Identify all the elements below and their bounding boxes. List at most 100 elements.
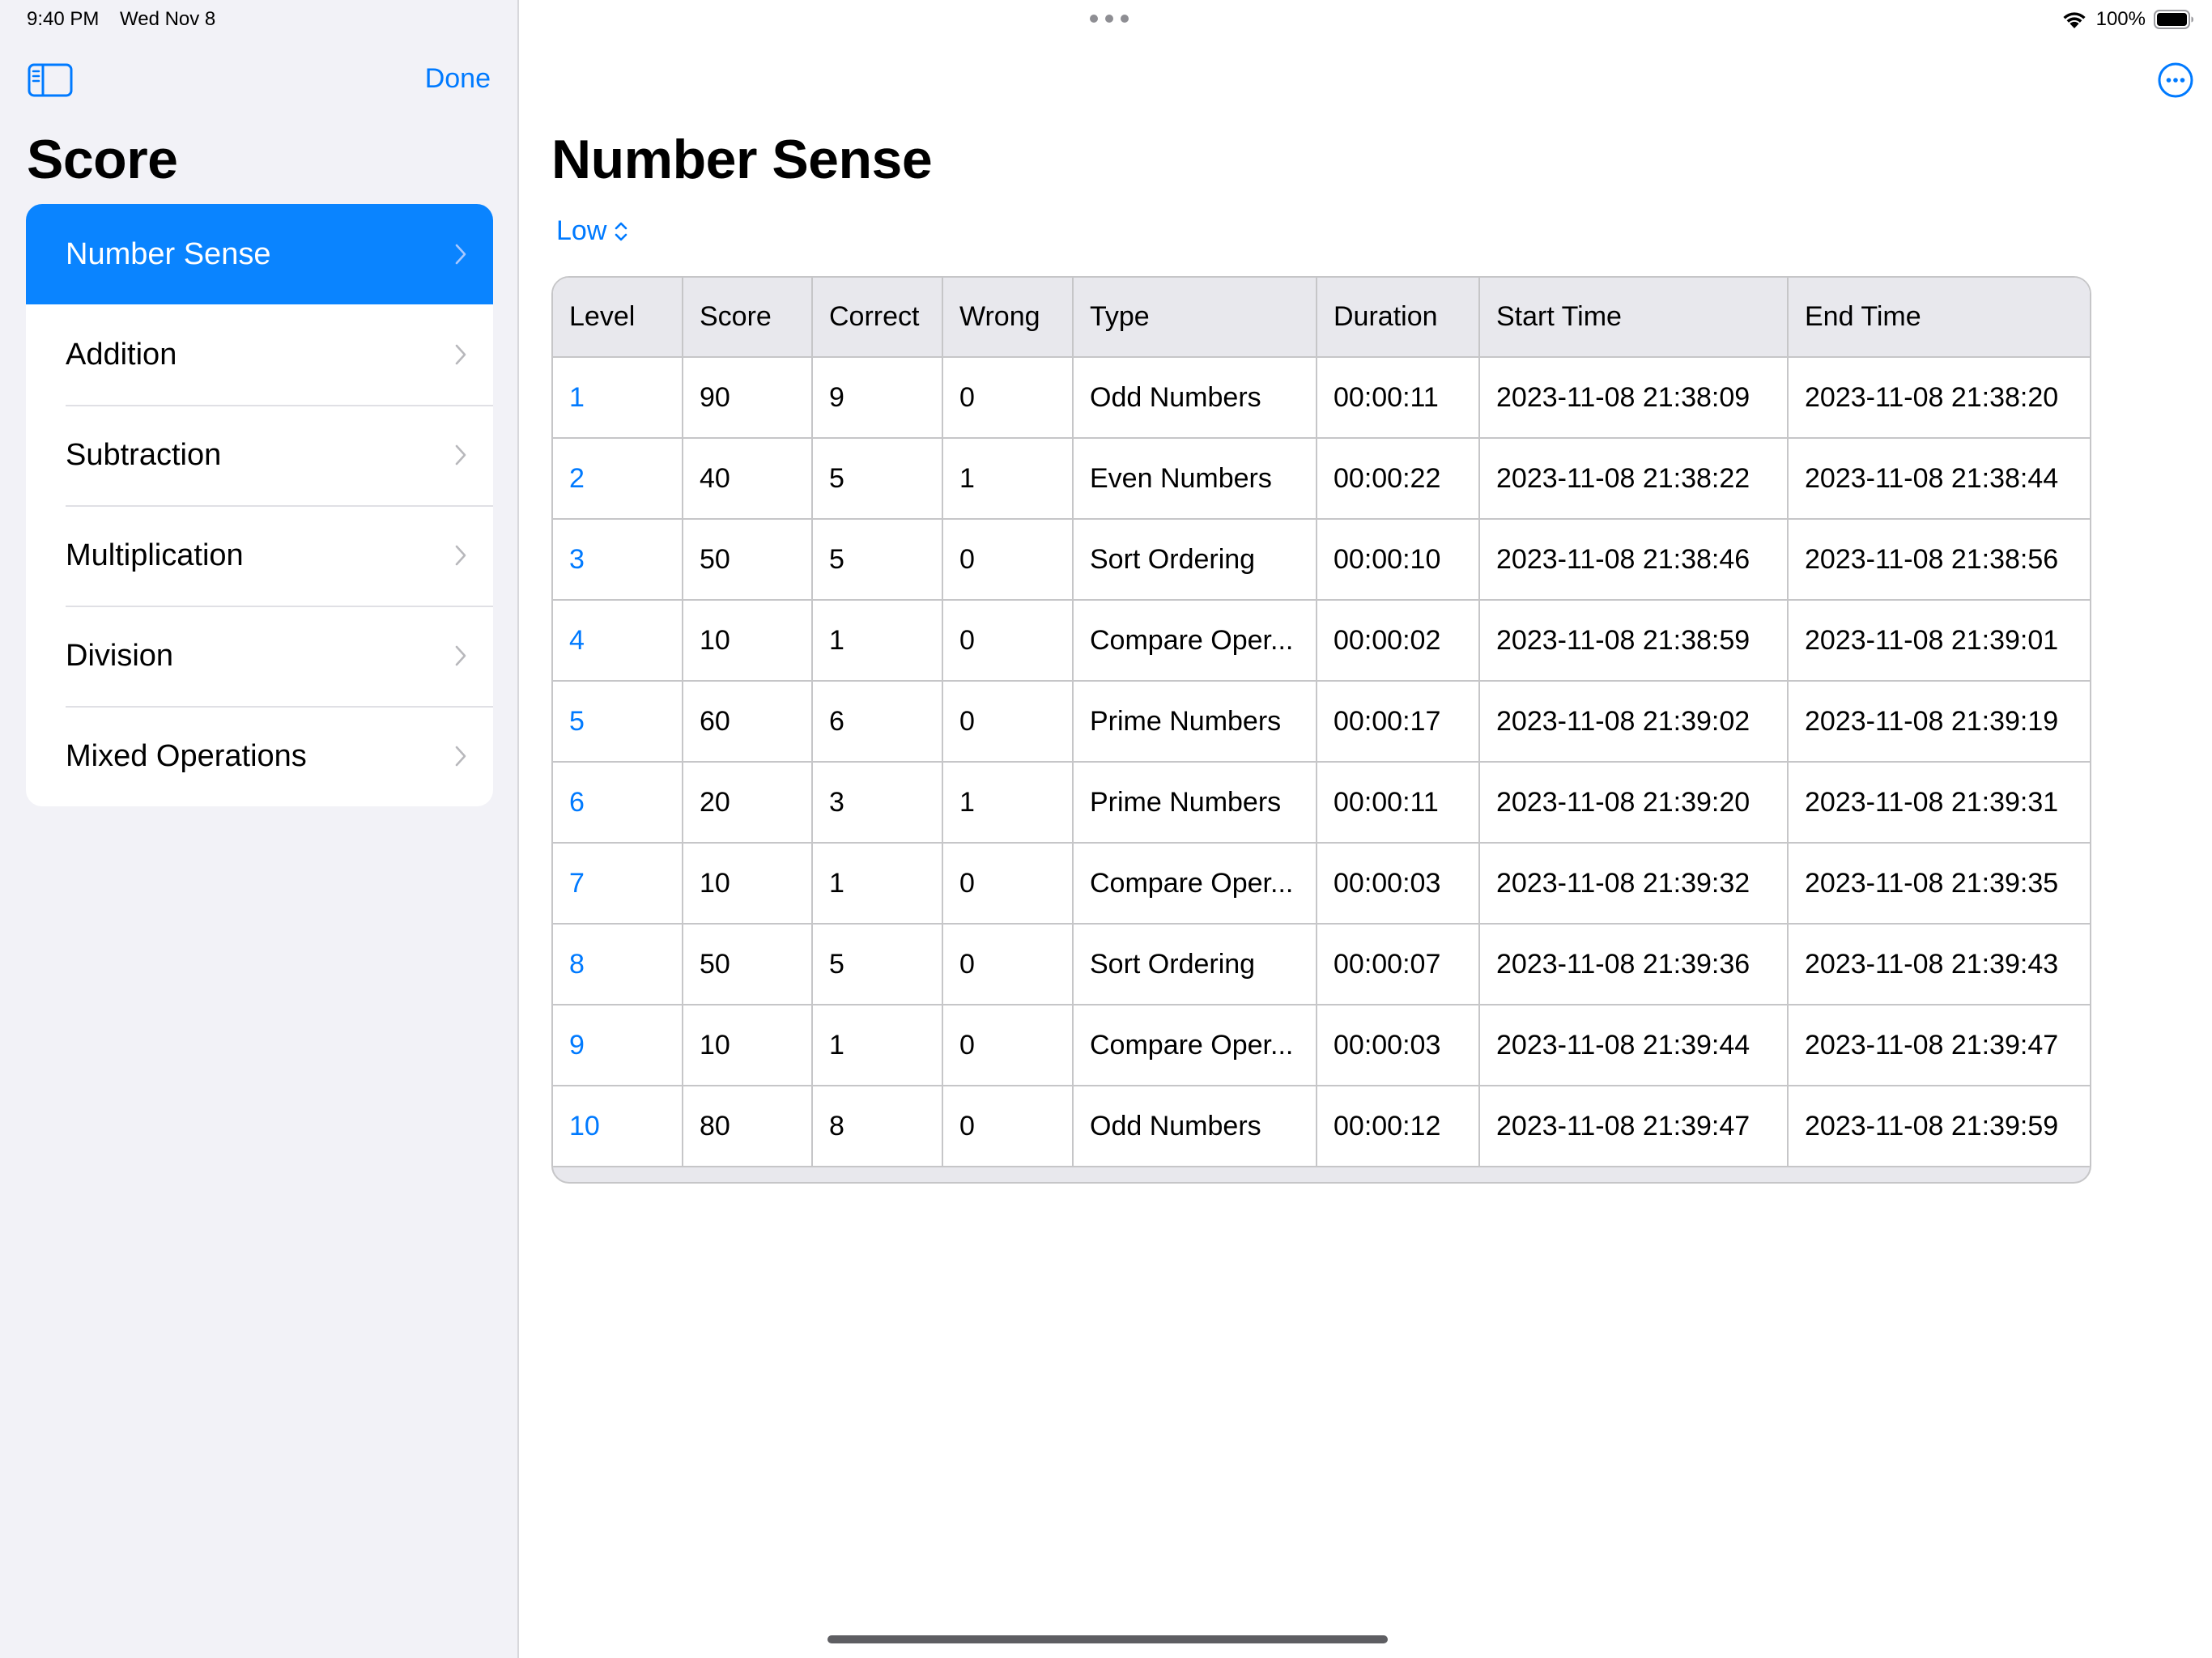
cell-end-time: 2023-11-08 21:38:56	[1788, 519, 2090, 601]
cell-end-time: 2023-11-08 21:39:35	[1788, 843, 2090, 925]
score-table: Level Score Correct Wrong Type Duration Start …	[553, 278, 2090, 1167]
sidebar-item-division[interactable]: Division	[26, 606, 493, 706]
table-header-row: Level Score Correct Wrong Type Duration Start …	[553, 278, 2090, 358]
multitasking-dots-icon[interactable]	[1090, 15, 1129, 24]
chevron-right-icon	[454, 644, 467, 667]
cell-type: Prime Numbers	[1073, 762, 1317, 844]
cell-duration: 00:00:10	[1317, 519, 1480, 601]
cell-level[interactable]: 2	[553, 438, 683, 520]
cell-wrong: 0	[942, 681, 1074, 763]
cell-duration: 00:00:07	[1317, 924, 1480, 1005]
sidebar-item-mixed-operations[interactable]: Mixed Operations	[26, 706, 493, 806]
status-date: Wed Nov 8	[120, 8, 216, 30]
battery-percentage: 100%	[2095, 8, 2146, 30]
table-row: 7 10 1 0 Compare Oper... 00:00:03 2023-11-08 2…	[553, 843, 2090, 925]
cell-end-time: 2023-11-08 21:38:20	[1788, 357, 2090, 439]
sidebar-item-label: Number Sense	[66, 236, 271, 271]
cell-level[interactable]: 10	[553, 1086, 683, 1167]
chevron-right-icon	[454, 544, 467, 567]
cell-correct: 9	[812, 357, 943, 439]
column-header-type: Type	[1073, 278, 1317, 358]
cell-duration: 00:00:12	[1317, 1086, 1480, 1167]
cell-start-time: 2023-11-08 21:39:47	[1479, 1086, 1789, 1167]
column-header-correct: Correct	[812, 278, 943, 358]
cell-level[interactable]: 4	[553, 600, 683, 682]
column-header-score: Score	[683, 278, 813, 358]
cell-wrong: 0	[942, 1005, 1074, 1086]
column-header-end-time: End Time	[1788, 278, 2090, 358]
cell-correct: 8	[812, 1086, 943, 1167]
cell-duration: 00:00:11	[1317, 357, 1480, 439]
column-header-wrong: Wrong	[942, 278, 1074, 358]
cell-type: Compare Oper...	[1073, 843, 1317, 925]
cell-score: 80	[683, 1086, 813, 1167]
cell-end-time: 2023-11-08 21:39:19	[1788, 681, 2090, 763]
cell-start-time: 2023-11-08 21:38:59	[1479, 600, 1789, 682]
cell-duration: 00:00:02	[1317, 600, 1480, 682]
cell-correct: 5	[812, 519, 943, 601]
cell-end-time: 2023-11-08 21:39:47	[1788, 1005, 2090, 1086]
cell-type: Odd Numbers	[1073, 357, 1317, 439]
cell-wrong: 0	[942, 519, 1074, 601]
table-row: 2 40 5 1 Even Numbers 00:00:22 2023-11-08 21:3…	[553, 438, 2090, 520]
cell-level[interactable]: 1	[553, 357, 683, 439]
cell-type: Compare Oper...	[1073, 1005, 1317, 1086]
home-indicator[interactable]	[827, 1635, 1388, 1643]
cell-correct: 1	[812, 1005, 943, 1086]
done-button[interactable]: Done	[425, 63, 491, 95]
difficulty-picker[interactable]: Low	[556, 215, 629, 247]
cell-correct: 5	[812, 924, 943, 1005]
cell-end-time: 2023-11-08 21:39:31	[1788, 762, 2090, 844]
sidebar-item-label: Subtraction	[66, 437, 222, 472]
cell-level[interactable]: 6	[553, 762, 683, 844]
chevron-right-icon	[454, 343, 467, 366]
more-options-button[interactable]	[2157, 62, 2194, 99]
sidebar-item-multiplication[interactable]: Multiplication	[26, 505, 493, 606]
cell-end-time: 2023-11-08 21:38:44	[1788, 438, 2090, 520]
cell-duration: 00:00:03	[1317, 843, 1480, 925]
table-row: 6 20 3 1 Prime Numbers 00:00:11 2023-11-08 21:…	[553, 762, 2090, 844]
cell-level[interactable]: 9	[553, 1005, 683, 1086]
column-header-start-time: Start Time	[1479, 278, 1789, 358]
cell-level[interactable]: 3	[553, 519, 683, 601]
table-row: 8 50 5 0 Sort Ordering 00:00:07 2023-11-08 21:…	[553, 924, 2090, 1005]
table-row: 1 90 9 0 Odd Numbers 00:00:11 2023-11-08 21:38…	[553, 357, 2090, 439]
cell-start-time: 2023-11-08 21:38:22	[1479, 438, 1789, 520]
sidebar-item-addition[interactable]: Addition	[26, 304, 493, 405]
sidebar-title: Score	[27, 129, 178, 190]
cell-level[interactable]: 8	[553, 924, 683, 1005]
cell-type: Compare Oper...	[1073, 600, 1317, 682]
cell-level[interactable]: 7	[553, 843, 683, 925]
cell-start-time: 2023-11-08 21:39:32	[1479, 843, 1789, 925]
chevron-right-icon	[454, 444, 467, 466]
score-table-container: Level Score Correct Wrong Type Duration Start …	[551, 276, 2091, 1184]
status-indicators: 100%	[2061, 6, 2194, 32]
sidebar-item-number-sense[interactable]: Number Sense	[26, 204, 493, 304]
sidebar-toggle-icon	[28, 63, 73, 97]
table-row: 3 50 5 0 Sort Ordering 00:00:10 2023-11-08 21:…	[553, 519, 2090, 601]
status-time: 9:40 PM	[27, 8, 100, 30]
cell-type: Even Numbers	[1073, 438, 1317, 520]
cell-wrong: 0	[942, 843, 1074, 925]
cell-start-time: 2023-11-08 21:39:36	[1479, 924, 1789, 1005]
sidebar-toggle-button[interactable]	[28, 63, 73, 97]
cell-score: 10	[683, 843, 813, 925]
cell-score: 10	[683, 600, 813, 682]
cell-duration: 00:00:17	[1317, 681, 1480, 763]
cell-score: 60	[683, 681, 813, 763]
cell-level[interactable]: 5	[553, 681, 683, 763]
cell-score: 90	[683, 357, 813, 439]
cell-score: 10	[683, 1005, 813, 1086]
cell-end-time: 2023-11-08 21:39:59	[1788, 1086, 2090, 1167]
cell-start-time: 2023-11-08 21:38:09	[1479, 357, 1789, 439]
cell-score: 20	[683, 762, 813, 844]
status-bar: 9:40 PM Wed Nov 8 100%	[0, 0, 2212, 39]
sidebar-item-subtraction[interactable]: Subtraction	[26, 405, 493, 505]
sidebar-item-label: Mixed Operations	[66, 738, 307, 773]
cell-wrong: 1	[942, 762, 1074, 844]
cell-type: Sort Ordering	[1073, 519, 1317, 601]
cell-end-time: 2023-11-08 21:39:01	[1788, 600, 2090, 682]
ellipsis-circle-icon	[2158, 62, 2193, 98]
cell-start-time: 2023-11-08 21:39:02	[1479, 681, 1789, 763]
cell-score: 40	[683, 438, 813, 520]
